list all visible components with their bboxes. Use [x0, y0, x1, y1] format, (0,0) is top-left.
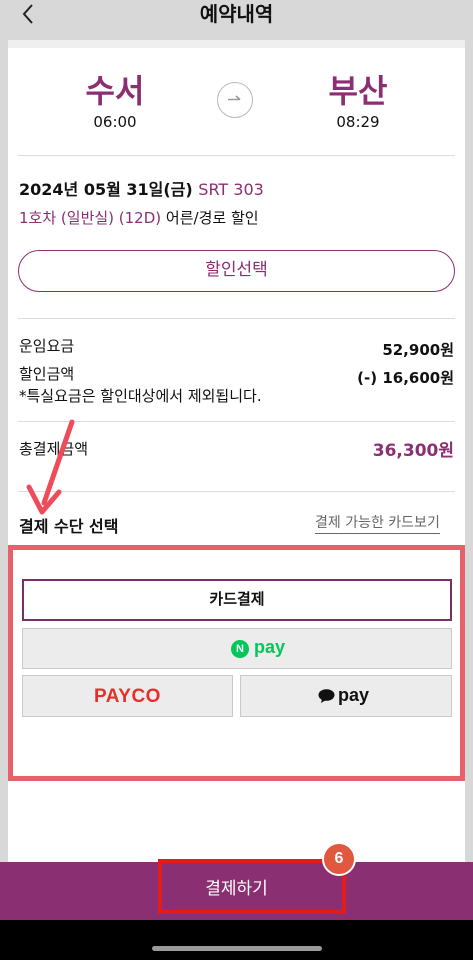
divider [18, 491, 455, 492]
header-divider [8, 40, 465, 48]
train-date-line: 2024년 05월 31일(금) SRT 303 [19, 176, 264, 200]
seat-info: 1호차 (일반실) (12D) [19, 209, 162, 227]
train-code: SRT 303 [198, 180, 264, 199]
total-amount-label: 총결제금액 [19, 440, 89, 458]
discount-select-button[interactable]: 할인선택 [18, 250, 455, 292]
payment-method-title: 결제 수단 선택 [19, 517, 119, 536]
route-swap-button[interactable] [217, 82, 253, 118]
departure-time: 06:00 [93, 113, 137, 131]
chevron-left-icon [22, 4, 33, 24]
home-indicator[interactable] [152, 946, 322, 951]
base-fare-label: 운임요금 [19, 337, 75, 355]
card-list-link[interactable]: 결제 가능한 카드보기 [315, 512, 440, 534]
arrival-station: 부산 [328, 72, 388, 110]
divider [18, 318, 455, 319]
arrival-time: 08:29 [336, 113, 380, 131]
seat-line: 1호차 (일반실) (12D) 어른/경로 할인 [19, 207, 259, 228]
passenger-type: 어른/경로 할인 [165, 209, 259, 227]
train-date: 2024년 05월 31일(금) [19, 180, 193, 199]
payment-highlight-box [8, 545, 465, 781]
system-nav-bar [0, 920, 473, 960]
submit-highlight-box [158, 859, 346, 914]
back-button[interactable] [10, 0, 44, 30]
base-fare-value: 52,900원 [382, 341, 454, 359]
page-title: 예약내역 [199, 2, 274, 26]
divider [18, 421, 455, 422]
arrow-right-icon [228, 95, 241, 101]
total-amount-value: 36,300원 [372, 441, 454, 461]
departure-station: 수서 [85, 72, 145, 110]
fare-note: *특실요금은 할인대상에서 제외됩니다. [19, 387, 262, 405]
discount-amount-value: (-) 16,600원 [357, 369, 454, 387]
divider [18, 155, 455, 156]
discount-amount-label: 할인금액 [19, 365, 75, 383]
step-badge: 6 [322, 842, 356, 876]
